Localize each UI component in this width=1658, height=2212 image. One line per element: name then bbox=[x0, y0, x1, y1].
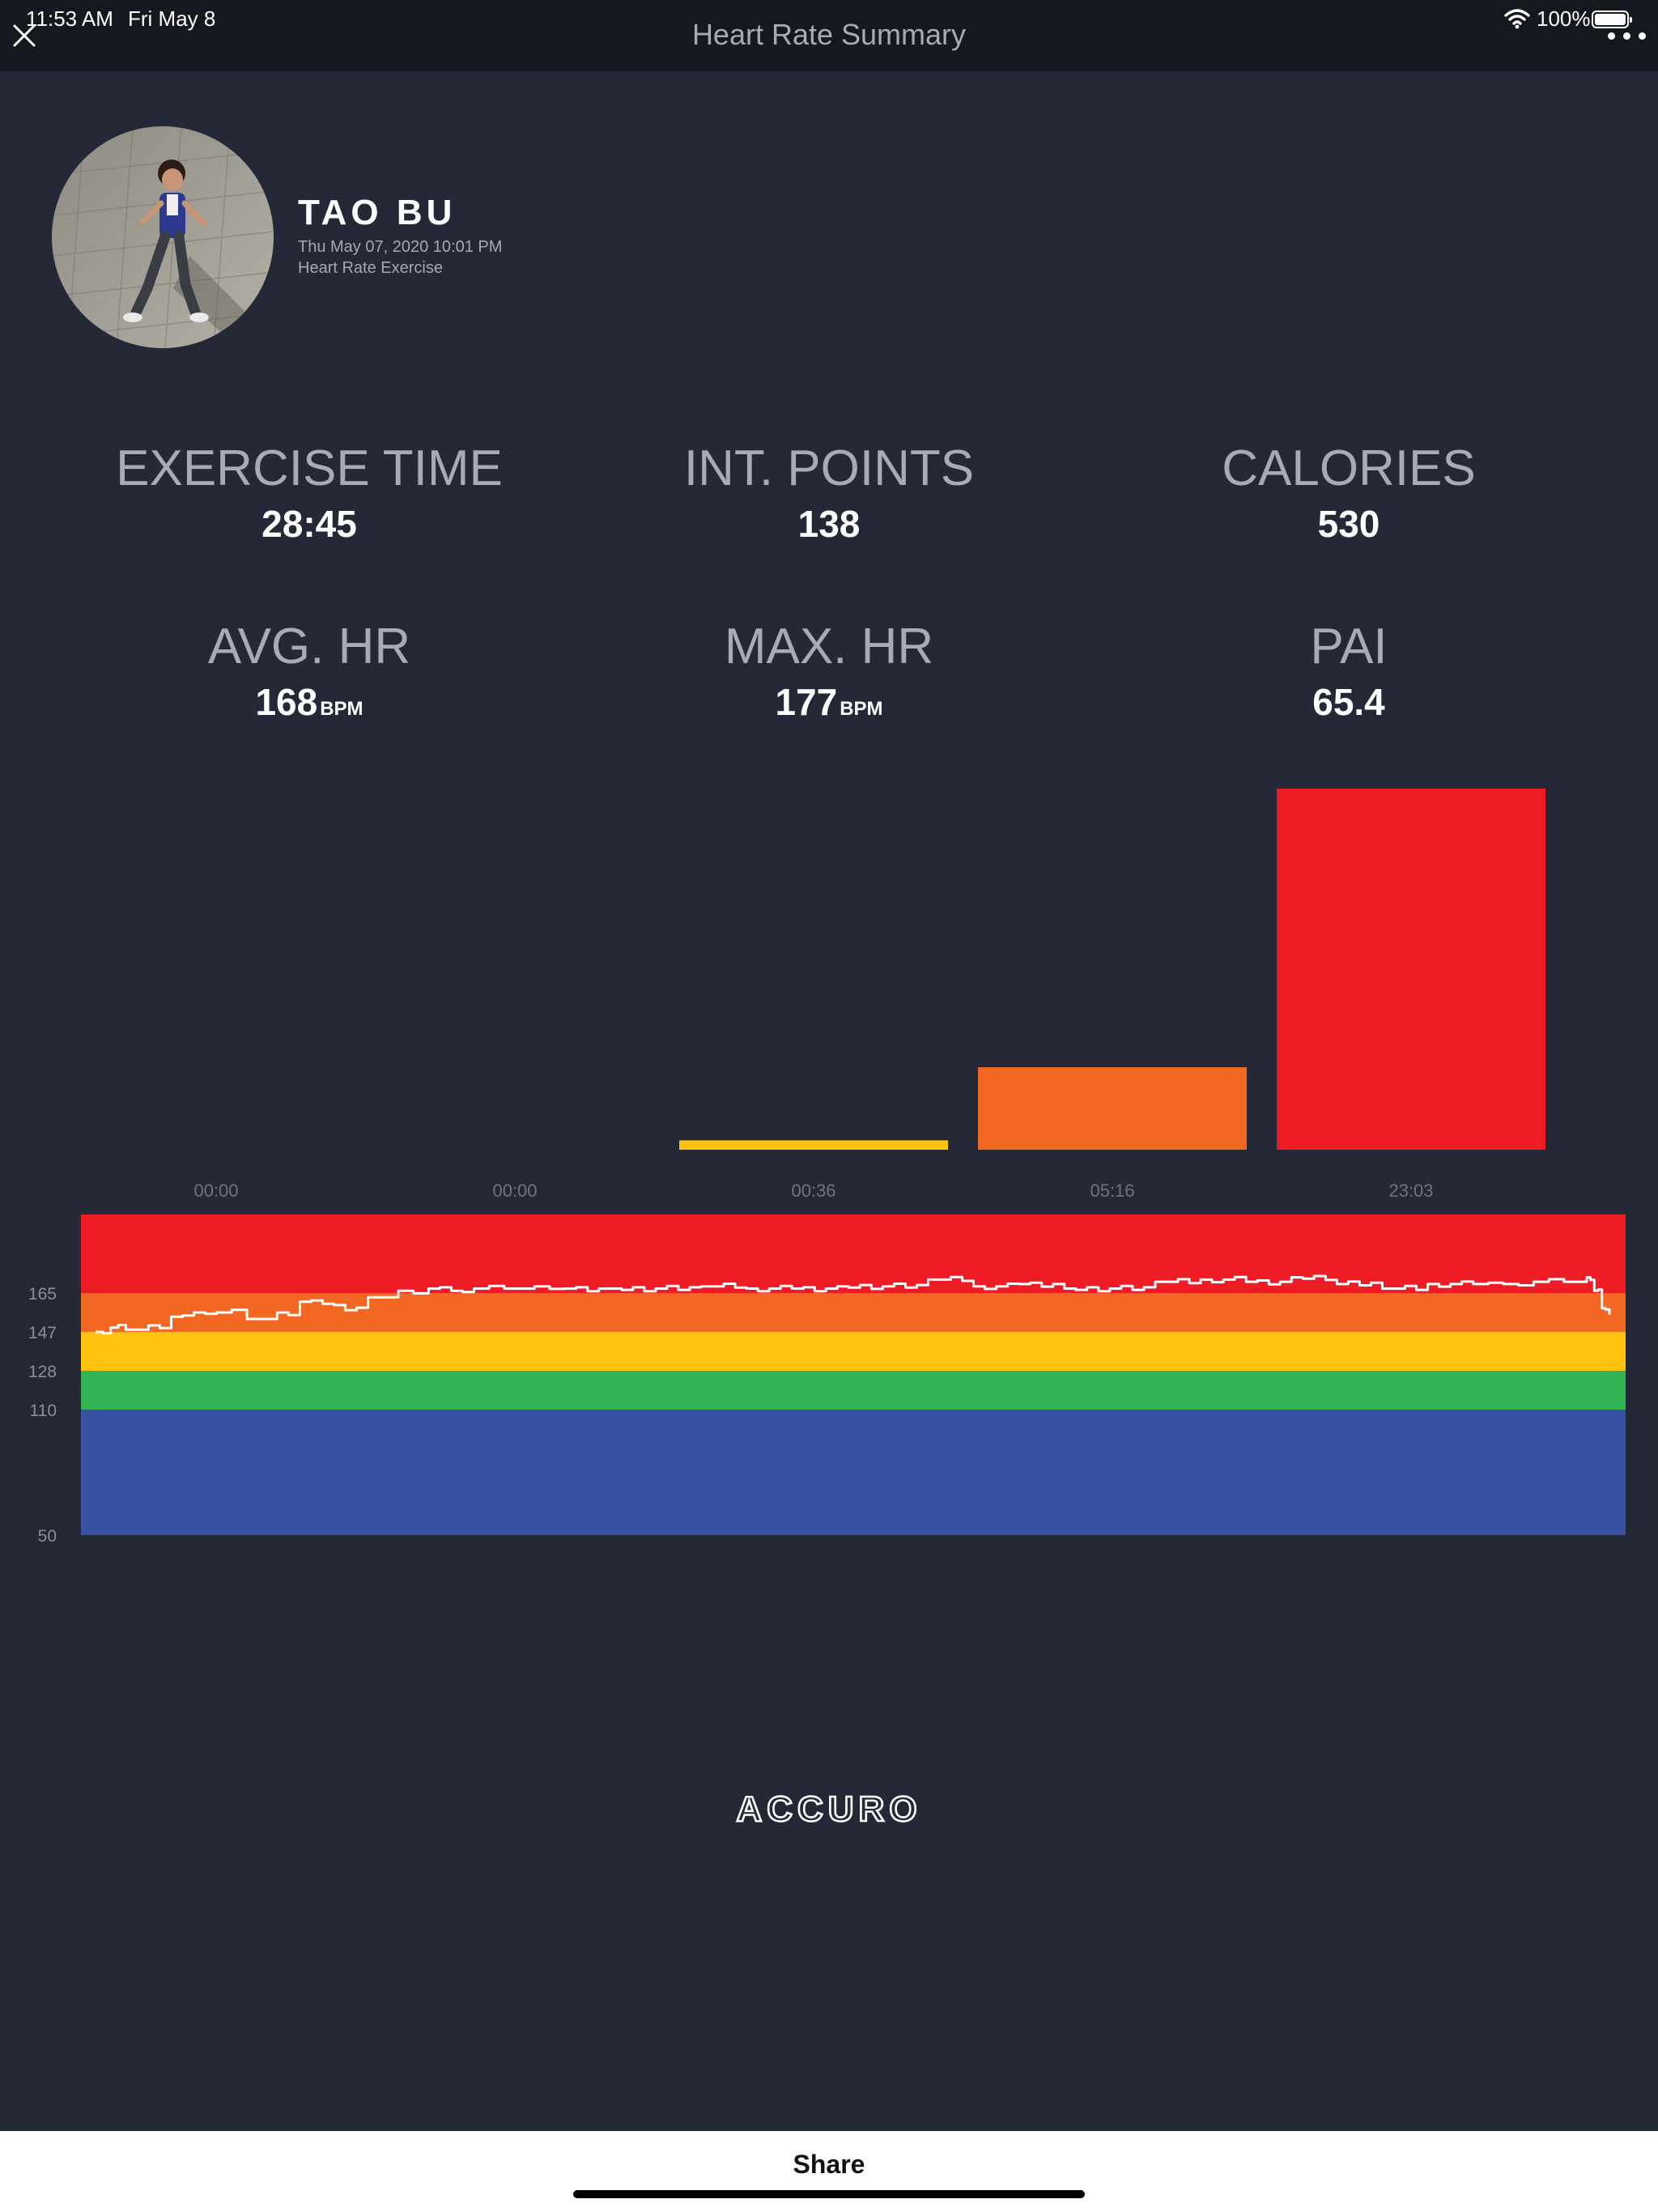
hr-tick-3: 110 bbox=[30, 1402, 57, 1420]
more-options-icon[interactable] bbox=[1608, 32, 1648, 44]
bar-label-2: 00:36 bbox=[791, 1180, 835, 1198]
share-button[interactable]: Share bbox=[0, 2150, 1658, 2180]
zone-time-chart: 00:00 00:00 00:36 05:16 23:03 bbox=[193, 789, 1545, 1198]
hr-zone-band-0 bbox=[81, 1214, 1626, 1293]
bar-label-0: 00:00 bbox=[193, 1180, 238, 1198]
hr-zone-band-4 bbox=[81, 1410, 1626, 1535]
stat-label: EXERCISE TIME bbox=[116, 440, 503, 496]
stat-calories: CALORIES 530 bbox=[1082, 440, 1616, 545]
avatar bbox=[52, 126, 274, 348]
page-title: Heart Rate Summary bbox=[691, 18, 967, 51]
accuro-logo: ACCURO bbox=[735, 1789, 921, 1831]
stat-avg-hr: AVG. HR 168 BPM bbox=[42, 622, 576, 721]
stat-label: MAX. HR bbox=[724, 619, 934, 674]
bar-4 bbox=[1277, 789, 1545, 1150]
stat-number: 177 bbox=[775, 681, 838, 723]
stat-pai: PAI 65.4 bbox=[1082, 622, 1616, 721]
stat-unit: BPM bbox=[320, 698, 363, 720]
wifi-icon bbox=[1504, 9, 1530, 29]
bar-3 bbox=[978, 1067, 1247, 1150]
stat-unit: BPM bbox=[840, 698, 883, 720]
hr-tick-4: 50 bbox=[38, 1527, 57, 1546]
stat-value: 530 bbox=[1317, 503, 1380, 545]
workout-datetime: Thu May 07, 2020 10:01 PM bbox=[298, 238, 503, 256]
battery-percent: 100% bbox=[1537, 6, 1591, 31]
bar-2 bbox=[679, 1140, 948, 1150]
bar-label-4: 23:03 bbox=[1388, 1180, 1433, 1198]
stat-label: AVG. HR bbox=[207, 619, 411, 674]
bar-label-3: 05:16 bbox=[1090, 1180, 1134, 1198]
stat-value: 168 BPM bbox=[42, 683, 576, 721]
user-name: TAO BU bbox=[298, 193, 457, 232]
hr-tick-2: 128 bbox=[28, 1363, 57, 1381]
home-indicator bbox=[573, 2190, 1085, 2198]
heart-rate-chart: 165 147 128 110 50 bbox=[28, 1214, 1626, 1546]
close-icon[interactable] bbox=[10, 21, 39, 50]
stat-label: INT. POINTS bbox=[683, 440, 975, 496]
hr-zone-band-3 bbox=[81, 1371, 1626, 1410]
stat-label: CALORIES bbox=[1222, 440, 1476, 496]
hr-zone-band-1 bbox=[81, 1293, 1626, 1332]
stat-int-points: INT. POINTS 138 bbox=[562, 440, 1096, 545]
stat-exercise-time: EXERCISE TIME 28:45 bbox=[42, 440, 576, 545]
bar-label-1: 00:00 bbox=[492, 1180, 537, 1198]
stat-value: 138 bbox=[797, 503, 861, 545]
stat-value: 65.4 bbox=[1312, 681, 1385, 723]
workout-type: Heart Rate Exercise bbox=[298, 259, 443, 277]
stat-label: PAI bbox=[1310, 619, 1388, 674]
battery-icon bbox=[1592, 11, 1632, 28]
status-bar: 11:53 AM Fri May 8 Heart Rate Summary 10… bbox=[0, 0, 1658, 71]
stat-max-hr: MAX. HR 177 BPM bbox=[562, 622, 1096, 721]
hr-zone-band-2 bbox=[81, 1332, 1626, 1371]
svg-text:ACCURO: ACCURO bbox=[736, 1789, 921, 1829]
stat-value: 177 BPM bbox=[562, 683, 1096, 721]
stat-value: 28:45 bbox=[261, 503, 357, 545]
hr-tick-1: 147 bbox=[28, 1324, 57, 1342]
stat-number: 168 bbox=[255, 681, 318, 723]
hr-tick-0: 165 bbox=[28, 1285, 57, 1304]
